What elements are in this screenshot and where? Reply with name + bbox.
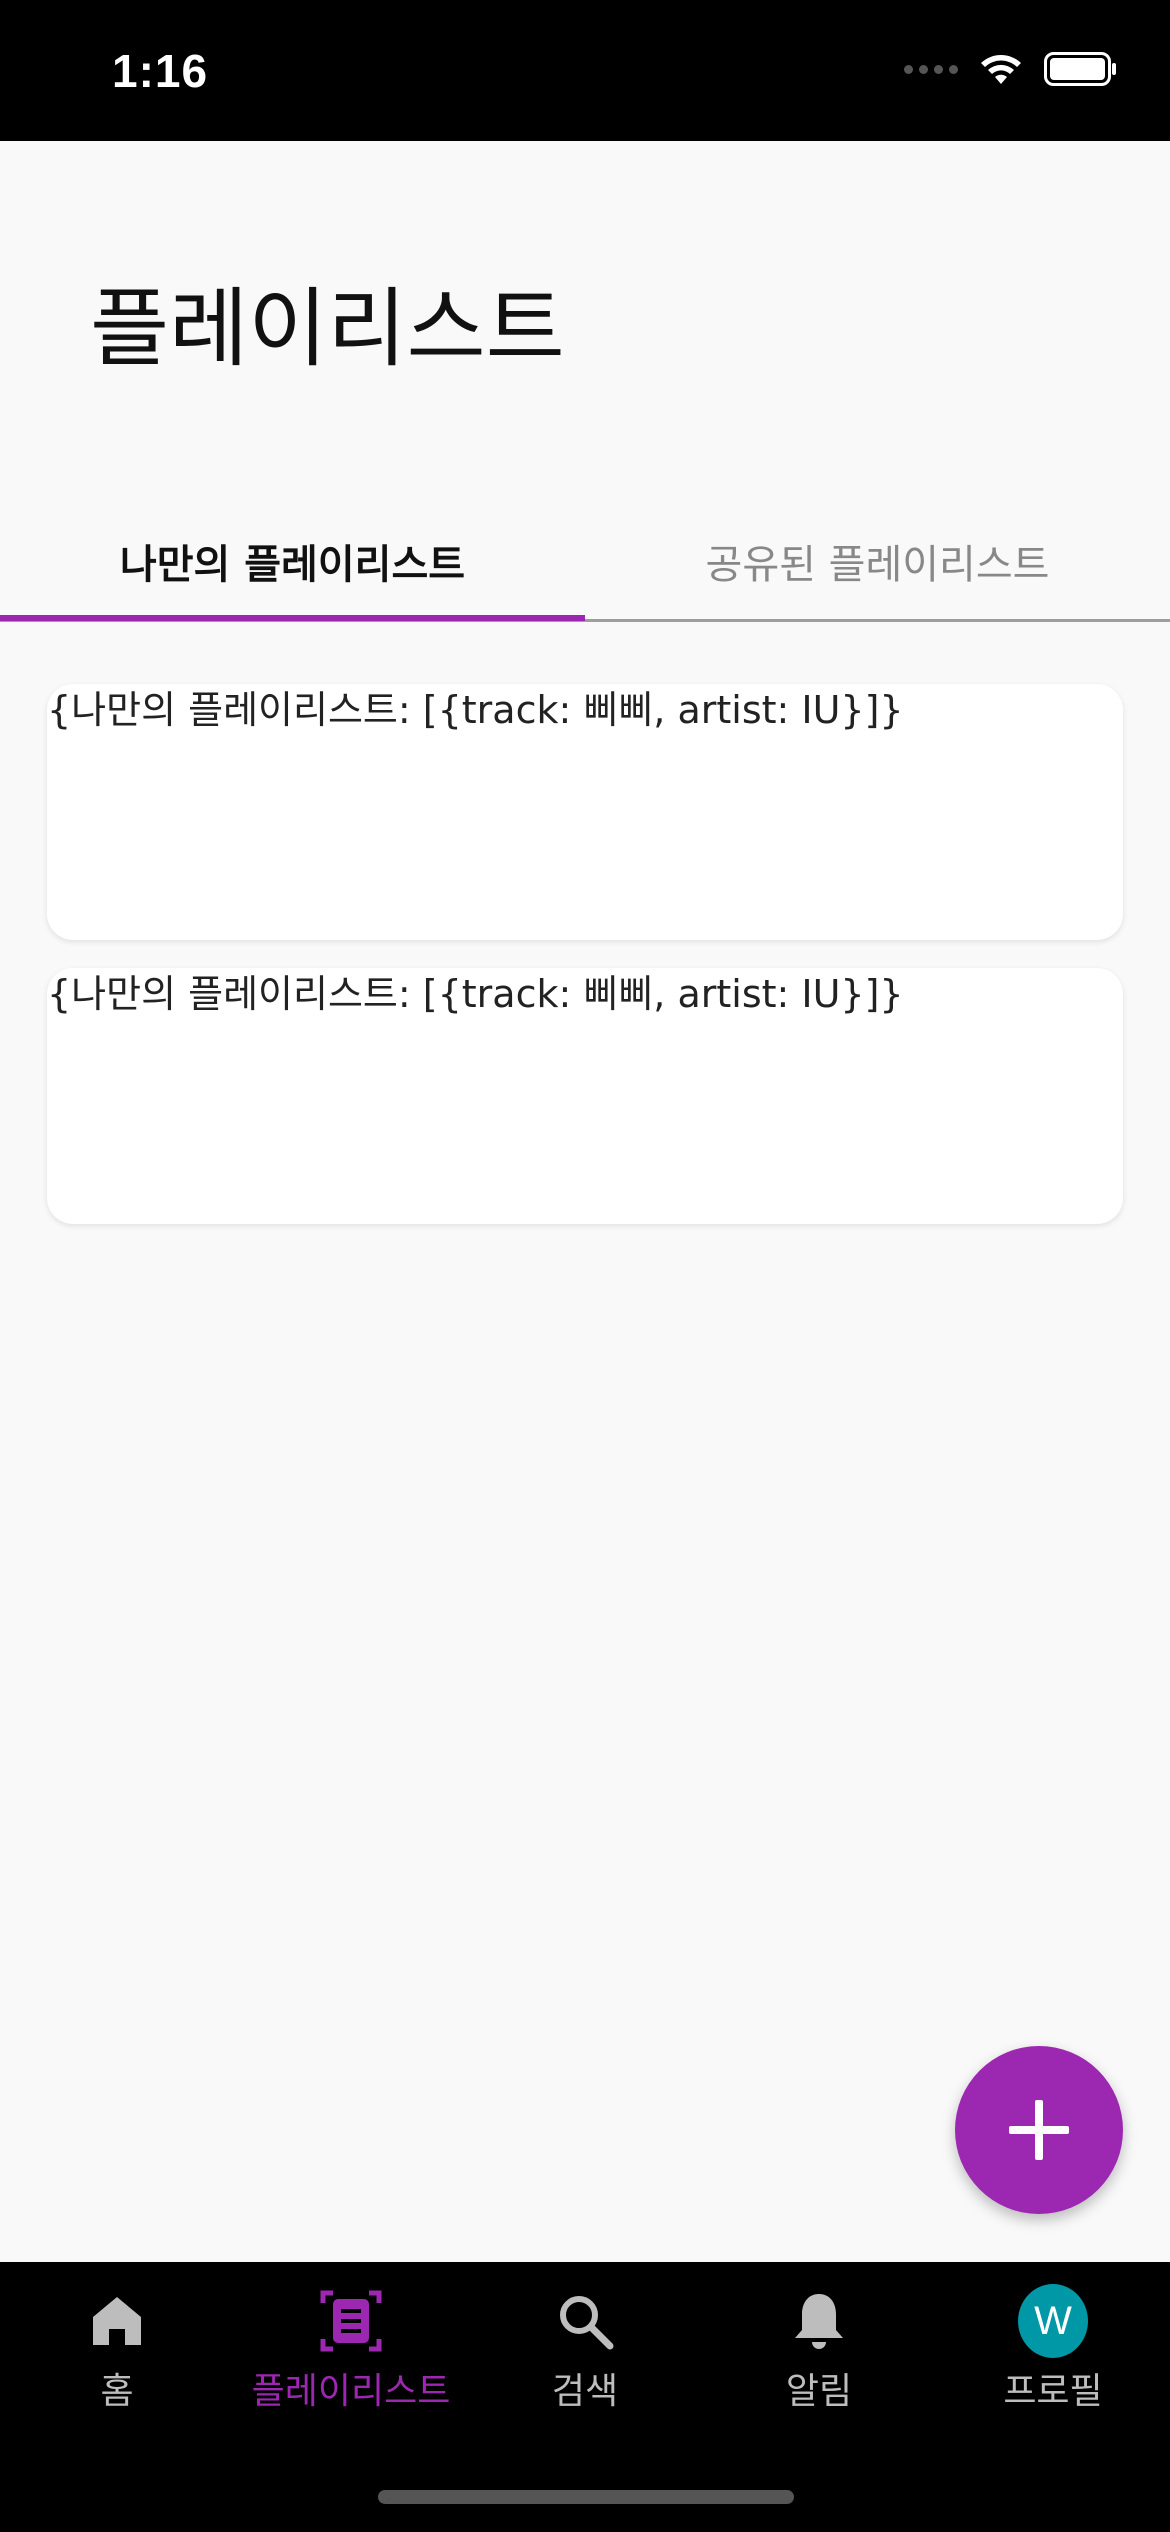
status-icons (904, 52, 1118, 86)
wifi-icon (981, 55, 1021, 84)
nav-item-notifications[interactable]: 알림 (702, 2286, 936, 2414)
status-time: 1:16 (112, 45, 209, 97)
home-icon (93, 2297, 141, 2345)
battery-icon (1044, 52, 1116, 86)
tab-indicator (0, 615, 585, 621)
cellular-signal-icon (904, 64, 958, 74)
tab-shared-playlists[interactable]: 공유된 플레이리스트 (585, 500, 1170, 622)
playlist-card[interactable]: {나만의 플레이리스트: [{track: 삐삐, artist: IU}]} (47, 968, 1123, 1224)
nav-label-playlist: 플레이리스트 (251, 2371, 451, 2412)
nav-item-home[interactable]: 홈 (0, 2286, 234, 2414)
avatar: W (1018, 2284, 1088, 2358)
nav-label-search: 검색 (551, 2371, 619, 2412)
bottom-navigation: 홈 플레이리스트 검색 알림 W 프로필 (0, 2262, 1170, 2532)
add-playlist-button[interactable] (955, 2046, 1123, 2214)
tab-bar: 나만의 플레이리스트 공유된 플레이리스트 (0, 500, 1170, 622)
playlist-card-text: {나만의 플레이리스트: [{track: 삐삐, artist: IU}]} (47, 972, 904, 1016)
search-icon (560, 2296, 614, 2350)
tab-my-playlists[interactable]: 나만의 플레이리스트 (0, 500, 585, 622)
status-bar: 1:16 (0, 0, 1170, 141)
nav-label-profile: 프로필 (1003, 2371, 1103, 2412)
bell-icon (795, 2294, 843, 2349)
nav-item-search[interactable]: 검색 (468, 2286, 702, 2414)
playlist-card[interactable]: {나만의 플레이리스트: [{track: 삐삐, artist: IU}]} (47, 684, 1123, 940)
nav-label-notifications: 알림 (785, 2371, 853, 2412)
plus-icon (1009, 2100, 1069, 2160)
nav-item-playlist[interactable]: 플레이리스트 (234, 2286, 468, 2414)
app-screen: 1:16 플레이리스트 나만의 플레이리스트 공유된 플레이리스트 {나만의 플… (0, 0, 1170, 2532)
playlist-card-text: {나만의 플레이리스트: [{track: 삐삐, artist: IU}]} (47, 688, 904, 732)
page-title: 플레이리스트 (90, 279, 565, 379)
home-indicator (378, 2490, 794, 2504)
playlist-icon (320, 2290, 382, 2352)
nav-label-home: 홈 (100, 2371, 134, 2412)
nav-item-profile[interactable]: W 프로필 (936, 2284, 1170, 2414)
